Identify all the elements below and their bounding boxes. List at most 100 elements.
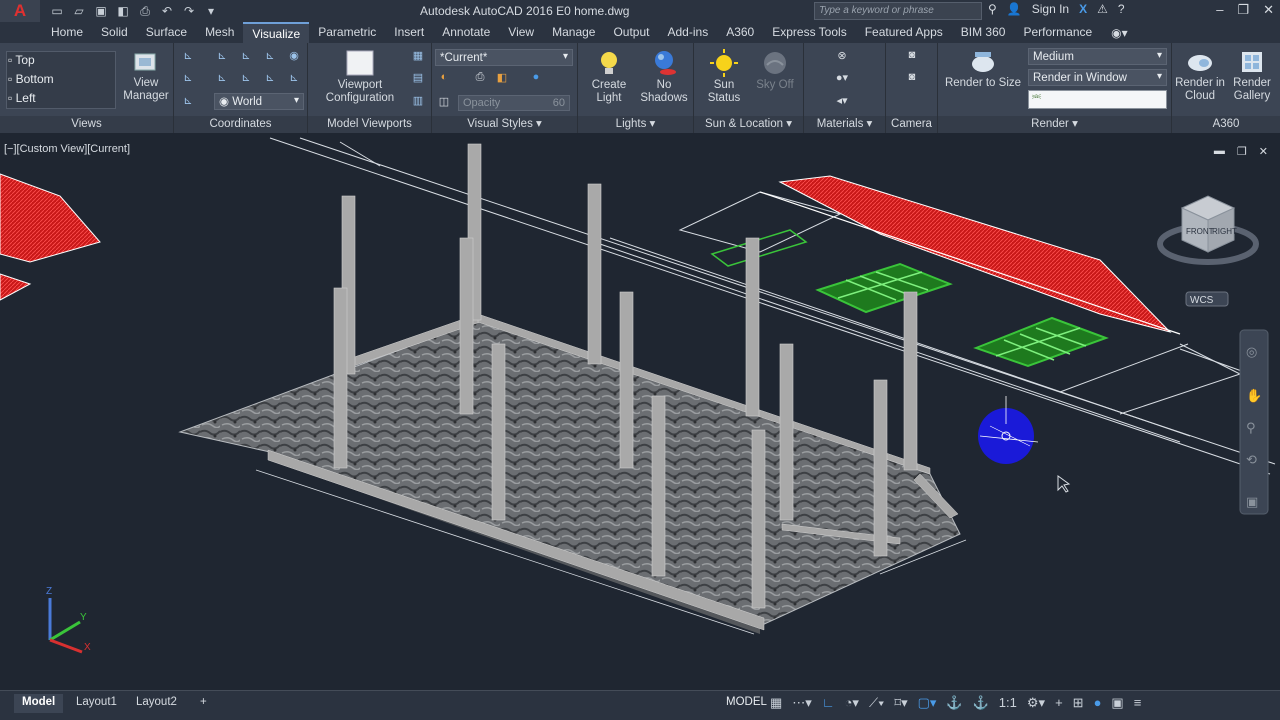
viewport-minimize-icon[interactable]: ▬ xyxy=(1214,145,1225,158)
no-shadows-button[interactable]: No Shadows xyxy=(638,49,690,105)
tab-output[interactable]: Output xyxy=(604,22,658,43)
tab-layout2[interactable]: Layout2 xyxy=(128,694,185,713)
open-file-icon[interactable]: ▱ xyxy=(72,4,86,18)
render-mode-dropdown[interactable]: Render in Window xyxy=(1028,69,1167,86)
join-viewports-icon[interactable]: ▤ xyxy=(410,71,426,85)
tab-surface[interactable]: Surface xyxy=(137,22,196,43)
save-as-icon[interactable]: ◧ xyxy=(116,4,130,18)
annotation-scale[interactable]: 1:1 xyxy=(999,695,1017,711)
create-light-button[interactable]: Create Light xyxy=(582,49,636,105)
tab-manage[interactable]: Manage xyxy=(543,22,604,43)
view-top[interactable]: ▫ Top xyxy=(8,53,35,67)
restore-viewports-icon[interactable]: ▥ xyxy=(410,94,426,108)
panel-visual-styles-label[interactable]: Visual Styles ▾ xyxy=(432,116,577,133)
viewport-configuration-button[interactable]: Viewport Configuration xyxy=(314,49,406,105)
plot-icon[interactable]: ⎙ xyxy=(138,4,152,19)
tab-performance[interactable]: Performance xyxy=(1014,22,1101,43)
render-gallery-button[interactable]: Render Gallery xyxy=(1226,49,1278,103)
visual-style-face-icon[interactable]: ⎙ xyxy=(472,71,488,85)
create-camera-icon[interactable]: ◙ xyxy=(904,49,920,63)
render-quality-dropdown[interactable]: Medium xyxy=(1028,48,1167,65)
materials-sphere-icon[interactable]: ●▾ xyxy=(834,71,850,85)
visual-style-dropdown[interactable]: *Current* xyxy=(435,49,573,66)
tab-express-tools[interactable]: Express Tools xyxy=(763,22,855,43)
tab-model[interactable]: Model xyxy=(14,694,64,713)
connect-icon[interactable]: ⚠ xyxy=(1097,2,1108,16)
render-window-field[interactable]: ⎃ xyxy=(1028,90,1167,109)
ucs-world-icon[interactable]: ◉ xyxy=(286,49,302,63)
application-menu-button[interactable]: A xyxy=(0,0,40,22)
plus-icon[interactable]: + xyxy=(1055,695,1063,711)
tab-featured-apps[interactable]: Featured Apps xyxy=(856,22,952,43)
visual-style-color-icon[interactable]: ◧ xyxy=(494,71,510,85)
xray-icon[interactable]: ◫ xyxy=(436,95,452,109)
materials-browser-icon[interactable]: ⊗ xyxy=(834,49,850,63)
render-to-size-button[interactable]: Render to Size xyxy=(942,49,1024,90)
sky-off-button[interactable]: Sky Off xyxy=(750,49,800,92)
clean-screen-icon[interactable]: ▣ xyxy=(1111,695,1123,711)
ucs-icon[interactable]: ⊾ xyxy=(180,49,196,63)
drawing-viewport[interactable]: FRONT RIGHT WCS ◎ ✋ ⚲ ⟲ ▣ Z Y X [−][Cust… xyxy=(0,134,1280,690)
close-icon[interactable]: ✕ xyxy=(1263,2,1274,18)
osnap-icon[interactable]: ⌑▾ xyxy=(894,695,907,711)
ucs-dropdown[interactable]: ◉ World xyxy=(214,93,304,110)
panel-render-label[interactable]: Render ▾ xyxy=(938,116,1171,133)
named-viewports-icon[interactable]: ▦ xyxy=(410,49,426,63)
visual-style-sphere-icon[interactable]: ● xyxy=(528,71,544,85)
autoscale-icon[interactable]: ⚓ xyxy=(973,695,989,711)
viewport-close-icon[interactable]: ✕ xyxy=(1259,145,1268,158)
camera-display-icon[interactable]: ◙ xyxy=(904,71,920,85)
object-snap-icon[interactable]: ▢▾ xyxy=(918,695,937,711)
workspace-gear-icon[interactable]: ⚙▾ xyxy=(1027,695,1045,711)
ucs-3point-icon[interactable]: ⊾ xyxy=(180,94,196,108)
material-mapping-icon[interactable]: ◂▾ xyxy=(834,94,850,108)
ribbon-options-icon[interactable]: ◉▾ xyxy=(1111,26,1128,40)
view-manager-button[interactable]: View Manager xyxy=(122,51,170,103)
search-input[interactable]: Type a keyword or phrase xyxy=(814,2,982,20)
view-bottom[interactable]: ▫ Bottom xyxy=(8,72,54,86)
tab-visualize[interactable]: Visualize xyxy=(243,22,310,43)
save-icon[interactable]: ▣ xyxy=(94,4,108,18)
binoculars-icon[interactable]: ⚲ xyxy=(988,2,997,16)
tab-home[interactable]: Home xyxy=(42,22,92,43)
viewport-controls-label[interactable]: [−][Custom View][Current] xyxy=(4,143,130,155)
add-layout-button[interactable]: + xyxy=(192,694,215,713)
panel-lights-label[interactable]: Lights ▾ xyxy=(578,116,693,133)
isodraft-icon[interactable]: ⟋▾ xyxy=(869,695,884,711)
minimize-icon[interactable]: – xyxy=(1216,2,1223,18)
annotation-visibility-icon[interactable]: ⚓ xyxy=(946,695,962,711)
visual-style-edge-icon[interactable]: ◐ xyxy=(436,71,452,85)
user-icon[interactable]: 👤 xyxy=(1007,2,1022,16)
wcs-menu[interactable]: WCS xyxy=(1185,291,1229,307)
isolate-icon[interactable]: ⊞ xyxy=(1073,695,1084,711)
tab-add-ins[interactable]: Add-ins xyxy=(659,22,718,43)
tab-annotate[interactable]: Annotate xyxy=(433,22,499,43)
tab-insert[interactable]: Insert xyxy=(385,22,433,43)
tab-solid[interactable]: Solid xyxy=(92,22,137,43)
ucs-object-icon[interactable]: ⊾ xyxy=(262,71,278,85)
ucs-z-icon[interactable]: ⊾ xyxy=(286,71,302,85)
ucs-x-icon[interactable]: ⊾ xyxy=(238,49,254,63)
sun-status-button[interactable]: Sun Status xyxy=(698,49,750,105)
render-in-cloud-button[interactable]: Render in Cloud xyxy=(1174,49,1226,103)
tab-layout1[interactable]: Layout1 xyxy=(68,694,125,713)
ucs-origin-icon[interactable]: ⊾ xyxy=(214,49,230,63)
restore-icon[interactable]: ❐ xyxy=(1237,2,1249,18)
ortho-icon[interactable]: ∟ xyxy=(822,695,835,711)
customization-icon[interactable]: ≡ xyxy=(1134,695,1142,711)
ucs-y-icon[interactable]: ⊾ xyxy=(238,71,254,85)
viewcube[interactable]: FRONT RIGHT xyxy=(1157,195,1259,265)
exchange-icon[interactable]: X xyxy=(1079,2,1087,16)
polar-icon[interactable]: ◔▾ xyxy=(845,695,859,711)
ucs-view-icon[interactable]: ⊾ xyxy=(262,49,278,63)
tab-bim-360[interactable]: BIM 360 xyxy=(952,22,1015,43)
customize-qat-icon[interactable]: ▾ xyxy=(204,4,218,18)
tab-view[interactable]: View xyxy=(499,22,543,43)
ucs-face-icon[interactable]: ⊾ xyxy=(214,71,230,85)
undo-icon[interactable]: ↶ xyxy=(160,4,174,18)
view-left[interactable]: ▫ Left xyxy=(8,91,36,105)
new-file-icon[interactable]: ▭ xyxy=(50,4,64,18)
tab-mesh[interactable]: Mesh xyxy=(196,22,243,43)
model-space-button[interactable]: MODEL xyxy=(726,696,767,708)
ucs-previous-icon[interactable]: ⊾ xyxy=(180,71,196,85)
